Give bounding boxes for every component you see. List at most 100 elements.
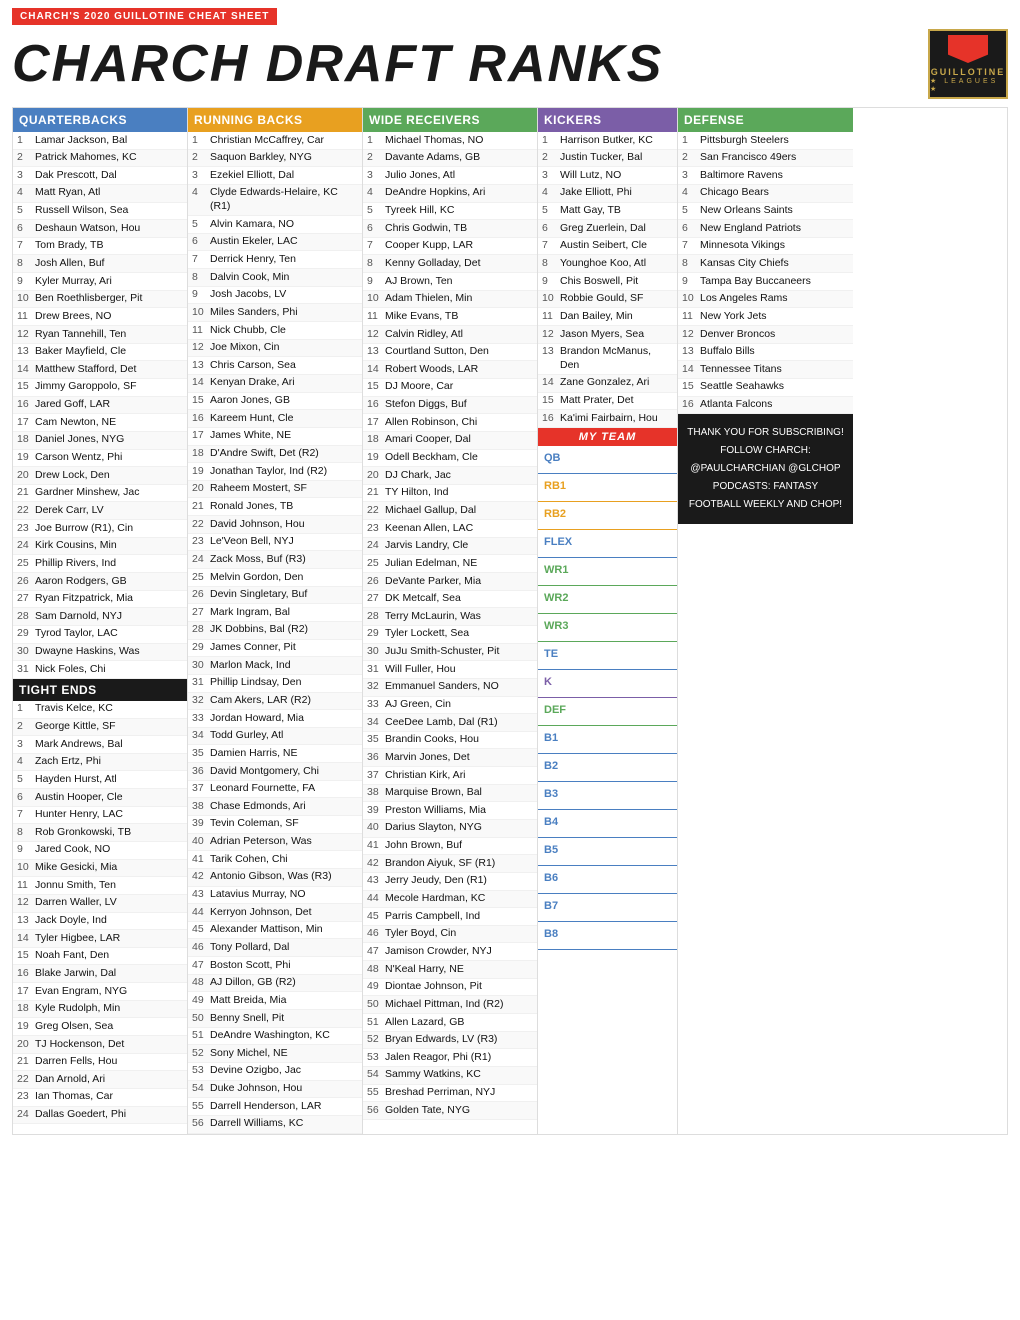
item-number: 37 <box>367 769 385 783</box>
item-name: New York Jets <box>700 310 767 324</box>
item-name: Tyrod Taylor, LAC <box>35 627 118 641</box>
item-name: Dwayne Haskins, Was <box>35 645 140 659</box>
item-number: 50 <box>367 998 385 1012</box>
item-name: Matt Prater, Det <box>560 394 634 408</box>
item-number: 19 <box>17 451 35 465</box>
list-item: 10Ben Roethlisberger, Pit <box>13 291 187 309</box>
def-column: DEFENSE 1Pittsburgh Steelers2San Francis… <box>678 108 853 1134</box>
list-item: 38Marquise Brown, Bal <box>363 785 537 803</box>
item-number: 55 <box>367 1086 385 1100</box>
item-name: Noah Fant, Den <box>35 949 109 963</box>
item-number: 15 <box>542 394 560 408</box>
item-number: 36 <box>367 751 385 765</box>
list-item: 17Evan Engram, NYG <box>13 983 187 1001</box>
item-number: 41 <box>367 839 385 853</box>
list-item: 56Darrell Williams, KC <box>188 1116 362 1134</box>
list-item: 4Chicago Bears <box>678 185 853 203</box>
item-number: 11 <box>17 310 35 324</box>
list-item: 45Alexander Mattison, Min <box>188 922 362 940</box>
item-number: 5 <box>17 204 35 218</box>
list-item: 10Los Angeles Rams <box>678 291 853 309</box>
item-name: Joe Mixon, Cin <box>210 341 279 355</box>
item-name: Odell Beckham, Cle <box>385 451 478 465</box>
item-name: Ryan Tannehill, Ten <box>35 328 126 342</box>
list-item: 13Buffalo Bills <box>678 344 853 362</box>
item-number: 8 <box>192 271 210 285</box>
item-number: 40 <box>367 821 385 835</box>
logo-text: GUILLOTINE <box>931 67 1006 77</box>
list-item: 50Benny Snell, Pit <box>188 1010 362 1028</box>
item-name: DeAndre Hopkins, Ari <box>385 186 485 200</box>
list-item: 4Zach Ertz, Phi <box>13 754 187 772</box>
list-item: 45Parris Campbell, Ind <box>363 908 537 926</box>
list-item: 51DeAndre Washington, KC <box>188 1028 362 1046</box>
item-name: Pittsburgh Steelers <box>700 134 789 148</box>
list-item: 27Mark Ingram, Bal <box>188 604 362 622</box>
list-item: 22David Johnson, Hou <box>188 516 362 534</box>
te-header: TIGHT ENDS <box>13 679 187 701</box>
item-name: Tyreek Hill, KC <box>385 204 454 218</box>
myteam-slot: FLEX <box>538 530 677 558</box>
list-item: 27DK Metcalf, Sea <box>363 591 537 609</box>
item-number: 54 <box>192 1082 210 1096</box>
item-name: Los Angeles Rams <box>700 292 788 306</box>
item-name: Chis Boswell, Pit <box>560 275 638 289</box>
item-name: Christian Kirk, Ari <box>385 769 466 783</box>
item-name: Phillip Rivers, Ind <box>35 557 116 571</box>
item-number: 7 <box>682 239 700 253</box>
item-number: 17 <box>192 429 210 443</box>
item-name: JK Dobbins, Bal (R2) <box>210 623 308 637</box>
item-name: Ben Roethlisberger, Pit <box>35 292 142 306</box>
item-number: 12 <box>192 341 210 355</box>
item-name: N'Keal Harry, NE <box>385 963 464 977</box>
item-number: 31 <box>367 663 385 677</box>
item-number: 3 <box>367 169 385 183</box>
item-name: Emmanuel Sanders, NO <box>385 680 499 694</box>
item-number: 15 <box>17 949 35 963</box>
myteam-slot: B8 <box>538 922 677 950</box>
item-name: Kerryon Johnson, Det <box>210 906 312 920</box>
item-number: 29 <box>192 641 210 655</box>
list-item: 14Matthew Stafford, Det <box>13 361 187 379</box>
item-name: John Brown, Buf <box>385 839 462 853</box>
item-number: 42 <box>192 870 210 884</box>
item-name: DK Metcalf, Sea <box>385 592 461 606</box>
item-name: David Johnson, Hou <box>210 518 305 532</box>
def-header: DEFENSE <box>678 108 853 132</box>
list-item: 5Hayden Hurst, Atl <box>13 771 187 789</box>
list-item: 20Drew Lock, Den <box>13 467 187 485</box>
header-row: CHARCH DRAFT RANKS GUILLOTINE ★ LEAGUES … <box>12 29 1008 99</box>
item-name: Golden Tate, NYG <box>385 1104 470 1118</box>
item-number: 47 <box>192 959 210 973</box>
item-name: Brandon Aiyuk, SF (R1) <box>385 857 495 871</box>
item-name: Parris Campbell, Ind <box>385 910 480 924</box>
item-number: 7 <box>17 808 35 822</box>
list-item: 42Brandon Aiyuk, SF (R1) <box>363 855 537 873</box>
list-item: 26DeVante Parker, Mia <box>363 573 537 591</box>
item-number: 8 <box>17 826 35 840</box>
item-number: 48 <box>192 976 210 990</box>
list-item: 25Melvin Gordon, Den <box>188 569 362 587</box>
item-name: Tampa Bay Buccaneers <box>700 275 811 289</box>
item-name: Devin Singletary, Buf <box>210 588 307 602</box>
item-number: 2 <box>17 720 35 734</box>
item-number: 17 <box>17 416 35 430</box>
item-name: Derrick Henry, Ten <box>210 253 296 267</box>
list-item: 15Seattle Seahawks <box>678 379 853 397</box>
item-name: TY Hilton, Ind <box>385 486 448 500</box>
item-number: 13 <box>192 359 210 373</box>
list-item: 16Jared Goff, LAR <box>13 397 187 415</box>
list-item: 1Harrison Butker, KC <box>538 132 677 150</box>
item-number: 22 <box>17 1073 35 1087</box>
item-name: Darren Waller, LV <box>35 896 117 910</box>
item-name: Alvin Kamara, NO <box>210 218 294 232</box>
list-item: 2San Francisco 49ers <box>678 150 853 168</box>
list-item: 7Derrick Henry, Ten <box>188 251 362 269</box>
item-name: Atlanta Falcons <box>700 398 772 412</box>
qb-column: QUARTERBACKS 1Lamar Jackson, Bal2Patrick… <box>13 108 188 1134</box>
list-item: 48AJ Dillon, GB (R2) <box>188 975 362 993</box>
list-item: 18Amari Cooper, Dal <box>363 432 537 450</box>
item-name: Bryan Edwards, LV (R3) <box>385 1033 497 1047</box>
item-name: CeeDee Lamb, Dal (R1) <box>385 716 498 730</box>
list-item: 16Ka'imi Fairbairn, Hou <box>538 410 677 428</box>
